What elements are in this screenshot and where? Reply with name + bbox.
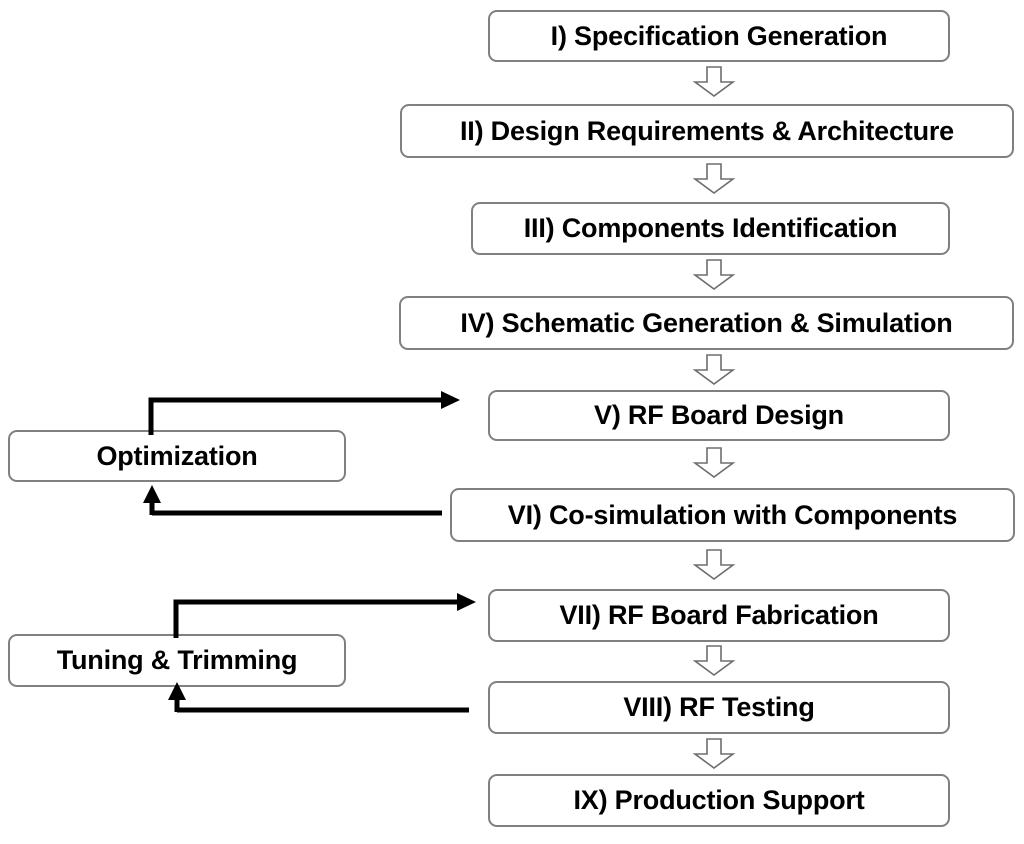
stage-node-viii[interactable]: VIII) RF Testing	[488, 681, 950, 734]
feedback-arrow-tuning-to-vii	[165, 590, 485, 640]
stage-node-ix[interactable]: IX) Production Support	[488, 774, 950, 827]
stage-node-vii[interactable]: VII) RF Board Fabrication	[488, 589, 950, 642]
feedback-arrow-optimization-to-v	[140, 390, 470, 440]
stage-node-vi[interactable]: VI) Co-simulation with Components	[450, 488, 1015, 542]
stage-label-i: I) Specification Generation	[550, 20, 888, 51]
stage-node-v[interactable]: V) RF Board Design	[488, 390, 950, 441]
stage-label-iv: IV) Schematic Generation & Simulation	[460, 307, 953, 338]
stage-arrow-vi-to-vii	[692, 549, 736, 581]
stage-arrow-viii-to-ix	[692, 738, 736, 770]
stage-label-ii: II) Design Requirements & Architecture	[459, 115, 954, 146]
stage-label-iii: III) Components Identification	[523, 213, 898, 243]
feedback-arrow-viii-to-tuning	[165, 682, 475, 727]
stage-label-vii: VII) RF Board Fabrication	[559, 600, 879, 630]
feedback-label-optimization: Optimization	[96, 440, 258, 471]
stage-node-i[interactable]: I) Specification Generation	[488, 10, 950, 62]
feedback-arrow-vi-to-optimization	[140, 485, 450, 530]
stage-label-ix: IX) Production Support	[573, 785, 865, 815]
stage-label-v: V) RF Board Design	[594, 400, 844, 430]
flowchart-canvas: I) Specification Generation II) Design R…	[0, 0, 1024, 844]
stage-arrow-ii-to-iii	[692, 163, 736, 195]
stage-label-viii: VIII) RF Testing	[623, 692, 815, 722]
stage-node-iii[interactable]: III) Components Identification	[471, 202, 950, 255]
stage-node-iv[interactable]: IV) Schematic Generation & Simulation	[399, 296, 1014, 350]
stage-arrow-v-to-vi	[692, 447, 736, 479]
stage-arrow-iii-to-iv	[692, 259, 736, 291]
stage-label-vi: VI) Co-simulation with Components	[507, 499, 958, 530]
stage-node-ii[interactable]: II) Design Requirements & Architecture	[400, 104, 1014, 158]
feedback-node-tuning-trimming[interactable]: Tuning & Trimming	[8, 634, 346, 687]
stage-arrow-vii-to-viii	[692, 645, 736, 677]
stage-arrow-i-to-ii	[692, 66, 736, 98]
stage-arrow-iv-to-v	[692, 354, 736, 386]
feedback-label-tuning-trimming: Tuning & Trimming	[56, 645, 298, 675]
